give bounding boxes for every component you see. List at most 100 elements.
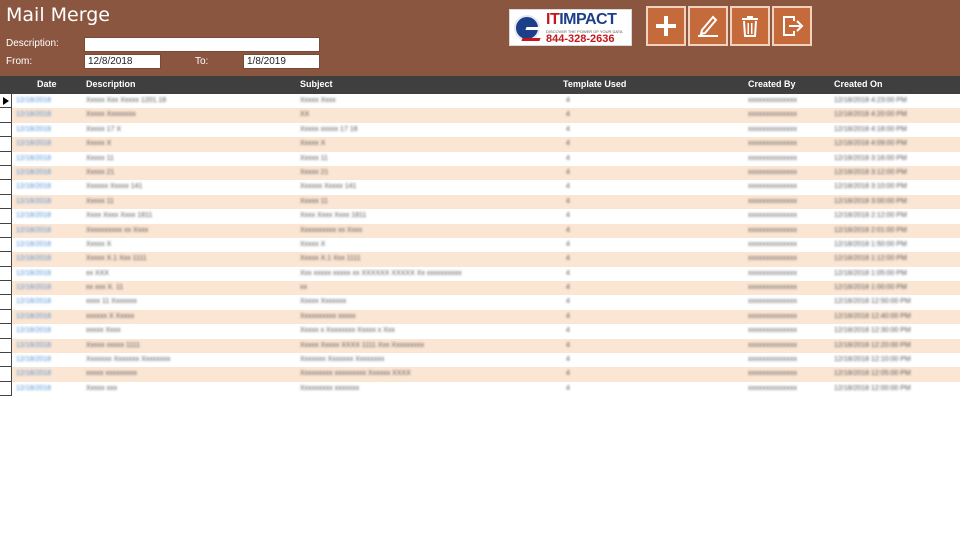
table-row[interactable]: 12/18/2018 Xxxxx Xxx Xxxxx 1201.18 Xxxxx X… <box>0 94 960 109</box>
cell-date[interactable]: 12/18/2018 <box>16 269 72 279</box>
cell-created-on: 12/18/2018 12:40:00 PM <box>834 312 911 320</box>
edit-button[interactable] <box>688 6 728 46</box>
to-label: To: <box>195 56 209 67</box>
cell-date[interactable]: 12/18/2018 <box>16 355 72 365</box>
cell-date[interactable]: 12/18/2018 <box>16 226 72 236</box>
cell-subject: Xxxxx Xxxxx XXXX 1111 Xxx Xxxxxxxxx <box>300 341 425 349</box>
column-header-description[interactable]: Description <box>86 79 136 89</box>
table-row[interactable]: 12/18/2018 Xxxxx 17 X Xxxxx xxxxx 17 18 4 xx… <box>0 122 960 138</box>
row-selector[interactable] <box>0 180 12 195</box>
add-button[interactable] <box>646 6 686 46</box>
cell-date[interactable]: 12/18/2018 <box>16 369 72 379</box>
row-selector[interactable] <box>0 324 12 339</box>
cell-subject: Xxxxxxxxxx xxxxx <box>300 312 356 320</box>
table-row[interactable]: 12/18/2018 Xxxxxxx Xxxxxxx Xxxxxxxx Xxxxxx… <box>0 353 960 368</box>
cell-subject: Xxxx Xxxx Xxxx 1811 <box>300 212 367 220</box>
exit-button[interactable] <box>772 6 812 46</box>
cell-created-by: xxxxxxxxxxxxxx <box>748 97 797 104</box>
cell-date[interactable]: 12/18/2018 <box>16 154 72 164</box>
cell-subject: XX <box>300 111 310 119</box>
cell-date[interactable]: 12/18/2018 <box>16 283 72 293</box>
from-date-field[interactable]: 12/8/2018 <box>84 54 161 69</box>
description-input[interactable] <box>84 37 320 52</box>
row-selector[interactable] <box>0 165 12 181</box>
row-selector[interactable] <box>0 367 12 382</box>
cell-description: Xxxxx xxxxx 1111 <box>86 341 141 349</box>
table-row[interactable]: 12/18/2018 Xxxxx xxxxx 1111 Xxxxx Xxxxx XX… <box>0 338 960 354</box>
table-row[interactable]: 12/18/2018 Xxxxx 21 Xxxxx 21 4 xxxxxxxxxxxxx… <box>0 165 960 181</box>
cell-template-used: 4 <box>566 384 570 392</box>
column-header-created-on[interactable]: Created On <box>834 79 883 89</box>
table-row[interactable]: 12/18/2018 Xxxxx 11 Xxxxx 11 4 xxxxxxxxxxxxx… <box>0 194 960 210</box>
cell-description: Xxxxx 11 <box>86 154 114 162</box>
cell-date[interactable]: 12/18/2018 <box>16 182 72 192</box>
cell-date[interactable]: 12/18/2018 <box>16 384 72 394</box>
row-selector[interactable] <box>0 194 12 210</box>
row-selector[interactable] <box>0 295 12 310</box>
row-selector[interactable] <box>0 252 12 267</box>
cell-date[interactable]: 12/18/2018 <box>16 254 72 264</box>
cell-date[interactable]: 12/18/2018 <box>16 110 72 120</box>
table-row[interactable]: 12/18/2018 xxxx 11 Xxxxxxx Xxxxx Xxxxxxx 4 x… <box>0 295 960 310</box>
cell-created-by: xxxxxxxxxxxxxx <box>748 298 797 306</box>
column-header-subject[interactable]: Subject <box>300 79 333 89</box>
table-row[interactable]: 12/18/2018 Xxxxx X Xxxxx X 4 xxxxxxxxxxxxxx 1… <box>0 137 960 152</box>
cell-date[interactable]: 12/18/2018 <box>16 139 72 149</box>
table-row[interactable]: 12/18/2018 Xxxxx xxx Xxxxxxxxx xxxxxxx 4 xxx… <box>0 381 960 397</box>
to-date-field[interactable]: 1/8/2019 <box>243 54 320 69</box>
table-row[interactable]: 12/18/2018 Xxxxx X.1 Xxx 1111 Xxxxx X.1 Xx… <box>0 252 960 267</box>
row-selector[interactable] <box>0 381 12 397</box>
table-row[interactable]: 12/18/2018 xx xxx X. 11 xx 4 xxxxxxxxxxxxxx 1… <box>0 281 960 296</box>
cell-created-by: xxxxxxxxxxxxxx <box>748 125 797 133</box>
row-selector[interactable] <box>0 94 12 109</box>
cell-template-used: 4 <box>566 154 570 162</box>
cell-created-on: 12/18/2018 1:00:00 PM <box>834 284 907 292</box>
cell-date[interactable]: 12/18/2018 <box>16 197 72 207</box>
table-row[interactable]: 12/18/2018 xxxxxx X Xxxxx Xxxxxxxxxx xxxxx… <box>0 309 960 325</box>
cell-created-by: xxxxxxxxxxxxxx <box>748 384 797 392</box>
table-row[interactable]: 12/18/2018 Xxxxx 11 Xxxxx 11 4 xxxxxxxxxxxxx… <box>0 151 960 166</box>
cell-subject: Xxx xxxxx xxxxx xx XXXXXX XXXXX Xx xxxxx… <box>300 269 462 277</box>
cell-template-used: 4 <box>566 341 570 349</box>
cell-date[interactable]: 12/18/2018 <box>16 326 72 336</box>
cell-description: Xxxxx X <box>86 140 112 148</box>
row-selector[interactable] <box>0 237 12 253</box>
cell-date[interactable]: 12/18/2018 <box>16 297 72 307</box>
cell-created-by: xxxxxxxxxxxxxx <box>748 255 797 263</box>
cell-date[interactable]: 12/18/2018 <box>16 240 72 250</box>
row-selector[interactable] <box>0 338 12 354</box>
row-selector[interactable] <box>0 151 12 166</box>
row-selector[interactable] <box>0 281 12 296</box>
row-selector[interactable] <box>0 223 12 238</box>
from-label: From: <box>6 56 33 67</box>
column-header-created-by[interactable]: Created By <box>748 79 796 89</box>
column-header-date[interactable]: Date <box>37 79 57 89</box>
table-row[interactable]: 12/18/2018 Xxxxx Xxxxxxxx XX 4 xxxxxxxxxxxxx… <box>0 108 960 123</box>
table-row[interactable]: 12/18/2018 Xxxxxxxxxx xx Xxxx Xxxxxxxxxx x… <box>0 223 960 238</box>
row-selector[interactable] <box>0 137 12 152</box>
column-header-template-used[interactable]: Template Used <box>563 79 626 89</box>
table-row[interactable]: 12/18/2018 xxxxx Xxxx Xxxxx x Xxxxxxxx Xxx… <box>0 324 960 339</box>
row-selector[interactable] <box>0 266 12 282</box>
row-selector[interactable] <box>0 353 12 368</box>
table-row[interactable]: 12/18/2018 Xxxx Xxxx Xxxx 1811 Xxxx Xxxx X… <box>0 209 960 224</box>
cell-date[interactable]: 12/18/2018 <box>16 341 72 351</box>
cell-date[interactable]: 12/18/2018 <box>16 125 72 135</box>
cell-date[interactable]: 12/18/2018 <box>16 168 72 178</box>
table-row[interactable]: 12/18/2018 xx XXX Xxx xxxxx xxxxx xx XXXXX… <box>0 266 960 282</box>
cell-template-used: 4 <box>566 111 570 119</box>
table-row[interactable]: 12/18/2018 Xxxxxx Xxxxx 141 Xxxxxx Xxxxx 1… <box>0 180 960 195</box>
cell-date[interactable]: 12/18/2018 <box>16 96 72 106</box>
cell-created-on: 12/18/2018 12:50:00 PM <box>834 298 911 306</box>
cell-date[interactable]: 12/18/2018 <box>16 312 72 322</box>
row-selector[interactable] <box>0 209 12 224</box>
cell-created-on: 12/18/2018 3:12:00 PM <box>834 168 907 176</box>
row-selector[interactable] <box>0 108 12 123</box>
table-row[interactable]: 12/18/2018 Xxxxx X Xxxxx X 4 xxxxxxxxxxxxxx 1… <box>0 237 960 253</box>
delete-button[interactable] <box>730 6 770 46</box>
row-selector[interactable] <box>0 309 12 325</box>
cell-template-used: 4 <box>566 312 570 320</box>
cell-date[interactable]: 12/18/2018 <box>16 211 72 221</box>
table-row[interactable]: 12/18/2018 xxxxx xxxxxxxxx Xxxxxxxxx xxxxx… <box>0 367 960 382</box>
row-selector[interactable] <box>0 122 12 138</box>
